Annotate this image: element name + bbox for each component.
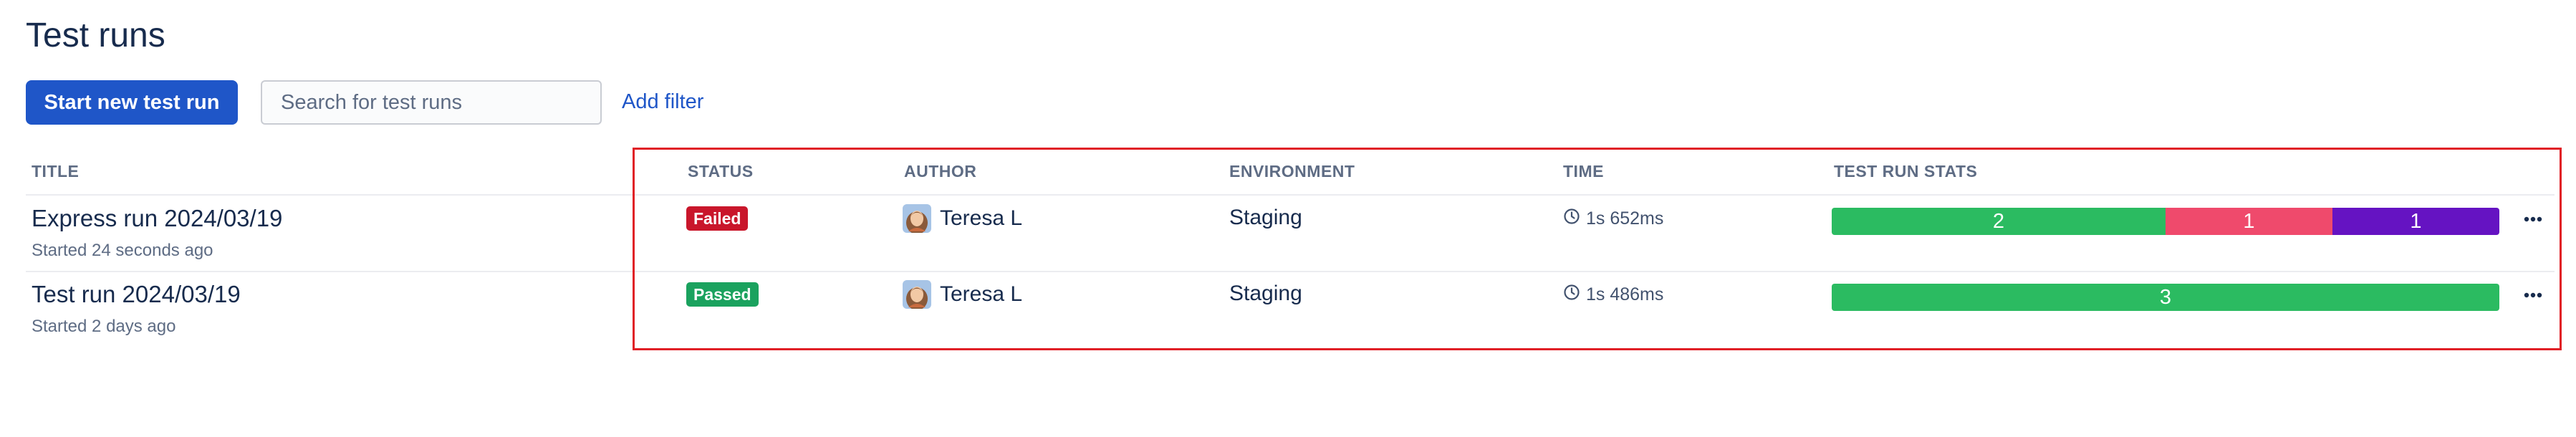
row-subtitle: Started 2 days ago bbox=[32, 317, 176, 336]
start-new-test-run-button[interactable]: Start new test run bbox=[26, 80, 238, 125]
row-subtitle: Started 24 seconds ago bbox=[32, 241, 213, 260]
row-title[interactable]: Test run 2024/03/19 bbox=[32, 281, 241, 308]
highlight-box bbox=[633, 148, 2562, 350]
page-title: Test runs bbox=[26, 16, 165, 54]
search-input[interactable] bbox=[261, 80, 602, 125]
column-header-title[interactable]: TITLE bbox=[32, 162, 79, 181]
row-title[interactable]: Express run 2024/03/19 bbox=[32, 205, 282, 232]
add-filter-link[interactable]: Add filter bbox=[622, 90, 703, 114]
